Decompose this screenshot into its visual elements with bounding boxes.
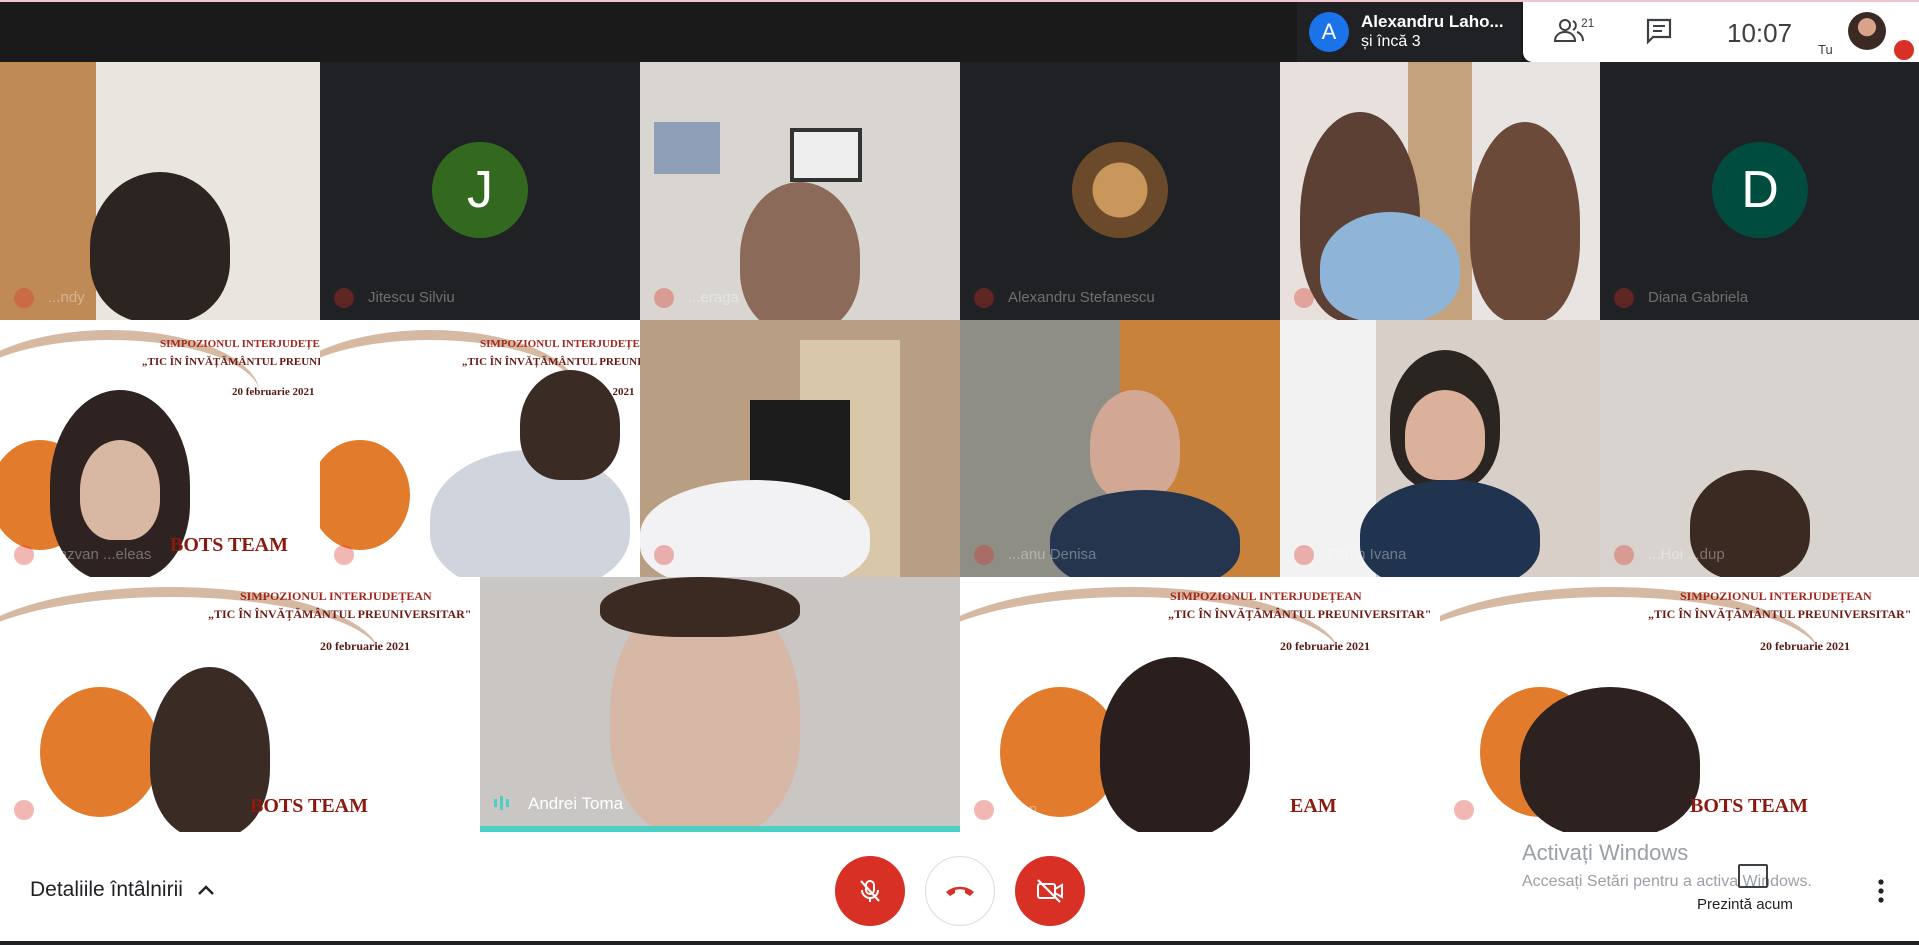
presenter-chip[interactable]: A Alexandru Laho... și încă 3	[1297, 2, 1521, 62]
participant-name: ...en	[1008, 801, 1038, 818]
participant-tile[interactable]	[1280, 62, 1600, 320]
slide-subtitle: „TIC ÎN ÎNVĂȚĂMÂNTUL PREUNIVERSITAR"	[142, 356, 320, 368]
participant-tile[interactable]: SIMPOZIONUL INTERJUDEȚEAN „TIC ÎN ÎNVĂȚĂ…	[320, 320, 640, 577]
more-vert-icon	[1878, 879, 1884, 903]
participant-name: Razvan ...eleas	[48, 546, 152, 563]
participant-tile[interactable]: SIMPOZIONUL INTERJUDEȚEAN „TIC ÎN ÎNVĂȚĂ…	[0, 577, 480, 832]
participant-name: Alexandru Stefanescu	[1008, 289, 1155, 306]
mic-off-icon	[14, 288, 34, 308]
presenter-more: și încă 3	[1361, 33, 1421, 50]
participant-name: ...Hoi ...dup	[1648, 546, 1725, 563]
participant-tile[interactable]: D Diana Gabriela	[1600, 62, 1919, 320]
participant-tile[interactable]: ...Hoi ...dup	[1600, 320, 1919, 577]
self-avatar[interactable]	[1848, 12, 1886, 50]
slide-team: BOTS TEAM	[170, 534, 288, 556]
slide-title: SIMPOZIONUL INTERJUDEȚEAN	[1170, 589, 1362, 603]
presenter-avatar: A	[1309, 12, 1349, 52]
mic-off-icon	[14, 800, 34, 820]
participant-tile[interactable]: SIMPOZIONUL INTERJUDEȚEAN „TIC ÎN ÎNVĂȚĂ…	[0, 320, 320, 577]
people-count: 21	[1581, 16, 1595, 30]
slide-team: BOTS TEAM	[1690, 795, 1808, 817]
participant-avatar: J	[432, 142, 528, 238]
slide-title: SIMPOZIONUL INTERJUDEȚEAN	[240, 589, 432, 603]
chat-icon	[1646, 18, 1672, 45]
slide-team: BOTS TEAM	[250, 795, 368, 817]
slide-team: EAM	[1290, 795, 1337, 817]
participant-tile[interactable]: Florin Ivana	[1280, 320, 1600, 577]
participant-tile[interactable]: ...anu Denisa	[960, 320, 1280, 577]
presenter-name: Alexandru Laho...	[1361, 12, 1504, 31]
slide-subtitle: „TIC ÎN ÎNVĂȚĂMÂNTUL PREUNIVERSITAR"	[208, 607, 472, 621]
present-screen-icon[interactable]	[1738, 864, 1768, 888]
leave-call-button[interactable]	[925, 856, 995, 926]
slide-date: 20 februarie 2021	[232, 386, 315, 398]
participant-name: ...anu Denisa	[1008, 546, 1097, 563]
slide-date: 20 februarie 2021	[320, 639, 410, 653]
slide-subtitle: „TIC ÎN ÎNVĂȚĂMÂNTUL PREUNIVERSITAR"	[462, 356, 640, 368]
participant-tile[interactable]	[640, 320, 960, 577]
participant-name: Diana Gabriela	[1648, 289, 1749, 306]
mic-off-icon	[334, 288, 354, 308]
meeting-details-label: Detaliile întâlnirii	[30, 878, 183, 901]
mic-off-icon	[974, 545, 994, 565]
mic-off-icon	[1614, 288, 1634, 308]
mic-off-icon	[334, 545, 354, 565]
self-mic-off-icon	[1894, 40, 1914, 60]
slide-title: SIMPOZIONUL INTERJUDEȚEAN	[1680, 589, 1872, 603]
mic-off-icon	[654, 288, 674, 308]
windows-activation-title: Activați Windows	[1522, 840, 1689, 865]
bottom-strip	[0, 941, 1919, 945]
participant-tile[interactable]: ...ndy	[0, 62, 320, 320]
mic-off-icon	[1294, 545, 1314, 565]
more-options-button[interactable]	[1876, 876, 1886, 906]
participant-avatar: D	[1712, 142, 1808, 238]
participant-tile[interactable]: SIMPOZIONUL INTERJUDEȚEAN „TIC ÎN ÎNVĂȚĂ…	[960, 577, 1440, 832]
participant-tile[interactable]: Alexandru Stefanescu	[960, 62, 1280, 320]
meeting-clock: 10:07	[1727, 18, 1793, 48]
camera-toggle-button[interactable]	[1015, 856, 1085, 926]
participant-tile[interactable]: ...eraga	[640, 62, 960, 320]
slide-subtitle: „TIC ÎN ÎNVĂȚĂMÂNTUL PREUNIVERSITAR"	[1168, 607, 1432, 621]
mic-off-icon	[974, 800, 994, 820]
slide-title: SIMPOZIONUL INTERJUDEȚEAN	[160, 338, 320, 350]
speaking-indicator-icon	[494, 796, 509, 810]
camera-off-icon	[1037, 879, 1063, 903]
participant-tile[interactable]: J Jitescu Silviu	[320, 62, 640, 320]
mic-off-icon	[860, 880, 880, 902]
slide-title: SIMPOZIONUL INTERJUDEȚEAN	[480, 338, 640, 350]
participant-name: ...eraga	[688, 289, 739, 306]
slide-date: 20 februarie 2021	[1280, 639, 1370, 653]
participant-name: Jitescu Silviu	[368, 289, 455, 306]
mic-off-icon	[1454, 800, 1474, 820]
hang-up-icon	[946, 886, 974, 896]
mic-off-icon	[974, 288, 994, 308]
windows-activation-subtitle: Accesați Setări pentru a activa Windows.	[1522, 873, 1812, 890]
mic-off-icon	[1614, 545, 1634, 565]
mic-off-icon	[1294, 288, 1314, 308]
mic-off-icon	[654, 545, 674, 565]
meeting-details-button[interactable]: Detaliile întâlnirii	[30, 878, 215, 902]
self-label: Tu	[1818, 42, 1833, 57]
participant-name: Andrei Toma	[528, 794, 624, 813]
participant-name: ...ndy	[48, 289, 85, 306]
mic-toggle-button[interactable]	[835, 856, 905, 926]
mic-off-icon	[14, 545, 34, 565]
participant-tile[interactable]: SIMPOZIONUL INTERJUDEȚEAN „TIC ÎN ÎNVĂȚĂ…	[1440, 577, 1919, 832]
slide-subtitle: „TIC ÎN ÎNVĂȚĂMÂNTUL PREUNIVERSITAR"	[1648, 607, 1912, 621]
chevron-up-icon	[198, 885, 214, 895]
present-now-button[interactable]: Prezintă acum	[1697, 896, 1793, 913]
participant-avatar	[1072, 142, 1168, 238]
slide-date: 20 februarie 2021	[1760, 639, 1850, 653]
chat-button[interactable]	[1644, 16, 1674, 46]
participant-tile-speaking[interactable]: Andrei Toma	[480, 577, 960, 832]
participant-name: Florin Ivana	[1328, 546, 1407, 563]
